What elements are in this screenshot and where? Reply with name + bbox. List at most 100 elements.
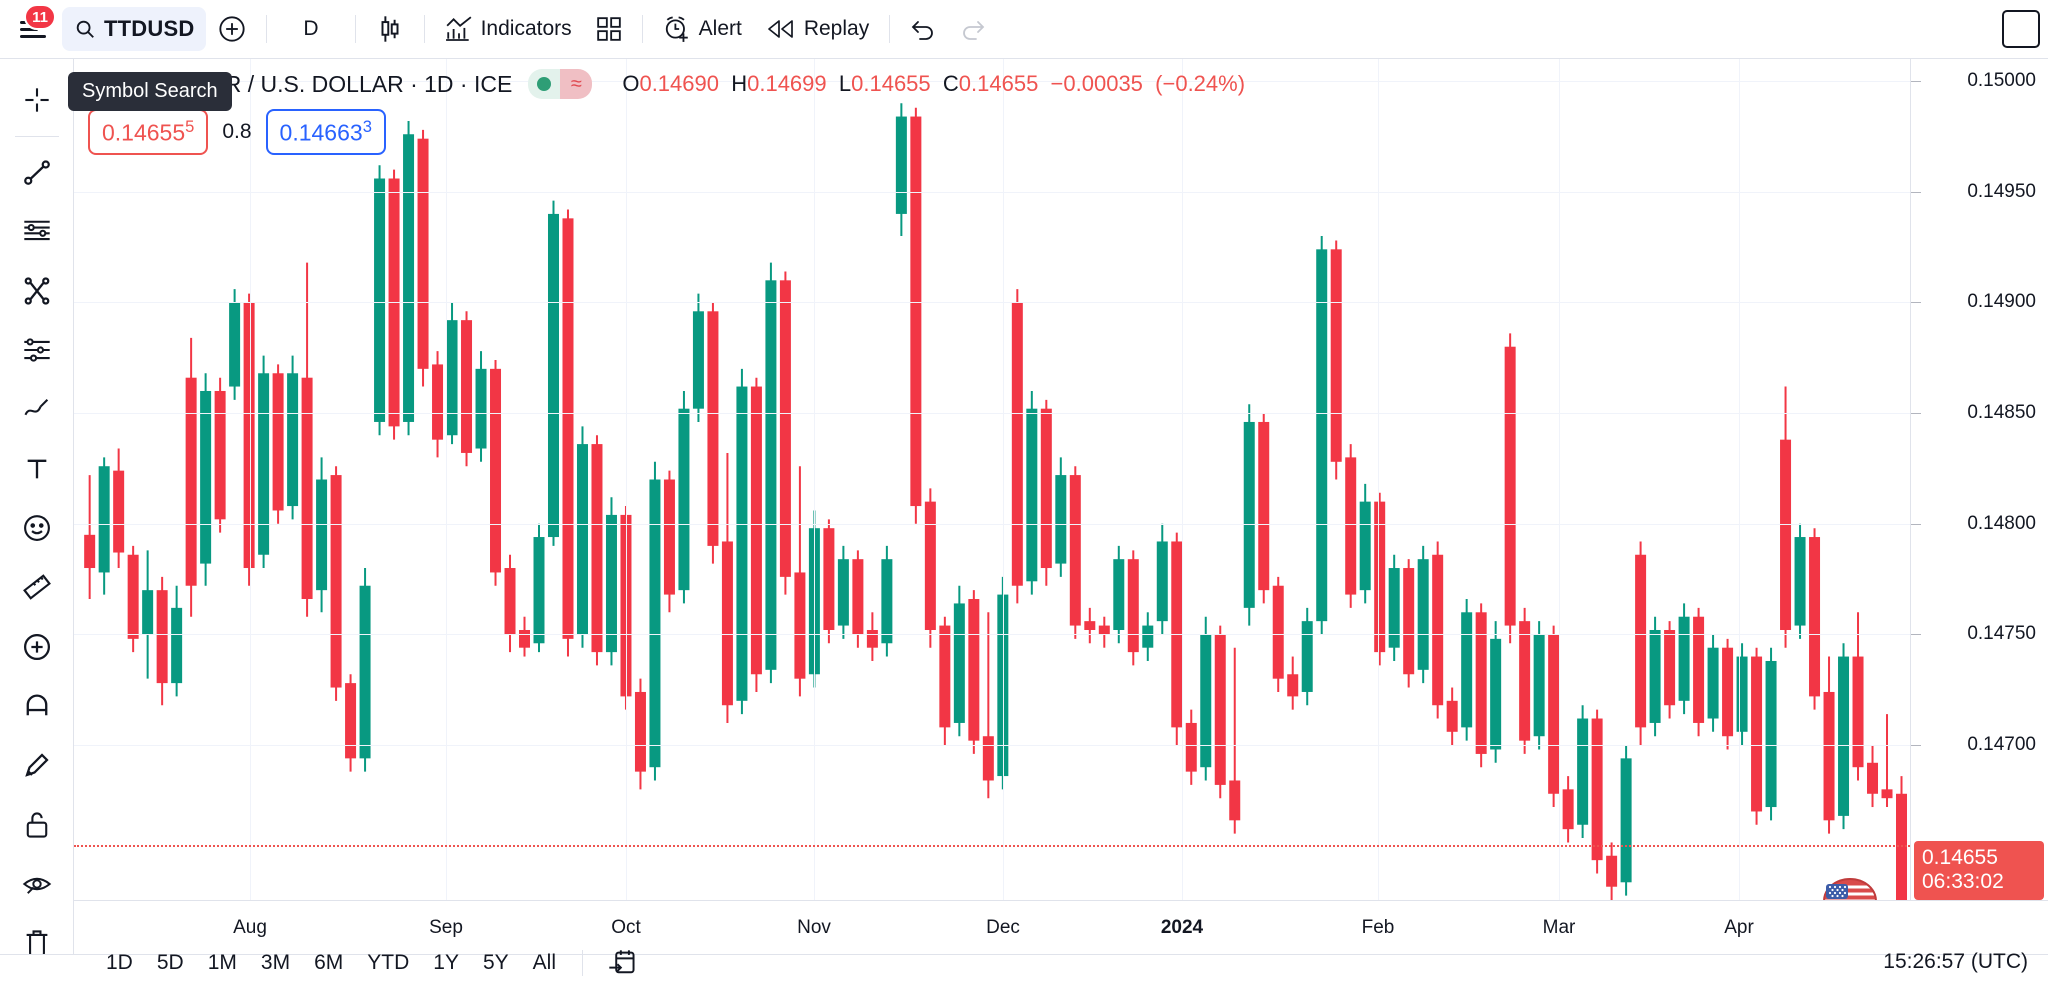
candle	[1490, 621, 1502, 763]
range-button-ytd[interactable]: YTD	[357, 945, 419, 981]
candle	[910, 107, 922, 524]
candle	[359, 568, 371, 772]
candle	[1069, 466, 1081, 639]
replay-button[interactable]: Replay	[754, 7, 881, 51]
trend-line-tool[interactable]	[8, 143, 66, 200]
candle	[1287, 656, 1299, 710]
bid-pill[interactable]: 0.146555	[88, 109, 209, 155]
candle	[1852, 612, 1864, 781]
cross-cursor-tool[interactable]	[8, 71, 66, 128]
indicators-label: Indicators	[480, 17, 572, 40]
candle	[229, 289, 241, 400]
text-tool[interactable]	[8, 440, 66, 497]
undo-button[interactable]	[898, 7, 948, 51]
symbol-search-button[interactable]: TTDUSD	[62, 7, 207, 51]
series-style-badge[interactable]: ≈	[528, 69, 593, 99]
candle	[214, 377, 226, 533]
candle	[968, 590, 980, 754]
price-axis-label: 0.14800	[1967, 512, 2036, 534]
ohlc-values: O0.14690 H0.14699 L0.14655 C0.14655 −0.0…	[622, 71, 1245, 97]
drawing-mode-tool[interactable]	[8, 737, 66, 794]
candle	[562, 209, 574, 657]
candle	[1098, 616, 1110, 648]
time-axis-label: 2024	[1160, 917, 1204, 938]
redo-icon	[960, 18, 986, 40]
price-axis-label: 0.14900	[1967, 291, 2036, 313]
candle	[1374, 492, 1386, 666]
candle	[1635, 541, 1647, 746]
range-button-all[interactable]: All	[523, 945, 566, 981]
wave-icon: ≈	[560, 69, 593, 99]
add-symbol-button[interactable]	[206, 7, 258, 51]
time-axis-label: Sep	[429, 917, 463, 938]
price-tick	[1911, 81, 1921, 83]
candle	[1214, 625, 1226, 799]
candle	[1345, 444, 1357, 608]
emoji-tool[interactable]	[8, 499, 66, 556]
horizontal-gridline	[74, 413, 1910, 415]
candle	[1142, 612, 1154, 661]
fib-retracement-tool[interactable]	[8, 203, 66, 260]
lock-drawings-tool[interactable]	[8, 796, 66, 853]
candle	[1229, 647, 1241, 834]
chart-legend: DIAN DOLLAR / U.S. DOLLAR · 1D · ICE ≈ O…	[88, 69, 1245, 155]
go-to-date-button[interactable]	[599, 944, 645, 982]
candle	[461, 311, 473, 467]
range-button-5d[interactable]: 5D	[147, 945, 194, 981]
ask-pill[interactable]: 0.146633	[265, 109, 386, 155]
measure-tool[interactable]	[8, 559, 66, 616]
hide-drawings-tool[interactable]	[8, 855, 66, 912]
candle	[1620, 745, 1632, 896]
candle	[634, 678, 646, 790]
candle	[1678, 603, 1690, 715]
timeframe-button[interactable]: D	[275, 7, 346, 51]
chart-type-button[interactable]	[364, 7, 416, 51]
pitchfork-tool[interactable]	[8, 262, 66, 319]
candle	[678, 390, 690, 604]
fullscreen-toggle-button[interactable]	[2002, 10, 2040, 48]
search-icon	[74, 18, 96, 40]
toolbar-divider-2	[354, 15, 356, 43]
time-axis-label: Aug	[233, 917, 267, 938]
range-button-1d[interactable]: 1D	[96, 945, 143, 981]
candle	[692, 293, 704, 422]
chart-area: DIAN DOLLAR / U.S. DOLLAR · 1D · ICE ≈ O…	[74, 59, 2048, 986]
range-button-6m[interactable]: 6M	[304, 945, 353, 981]
candle	[258, 355, 270, 569]
candle	[1026, 390, 1038, 595]
chart-pane[interactable]	[74, 59, 1910, 900]
last-price-tag[interactable]: 0.14655 06:33:02	[1914, 840, 2044, 901]
candle	[1780, 386, 1792, 648]
change-percent: (−0.24%)	[1155, 71, 1246, 96]
brush-tool[interactable]	[8, 381, 66, 438]
candle	[345, 674, 357, 772]
indicators-button[interactable]: Indicators	[433, 7, 584, 51]
last-price-value: 0.14655	[1922, 845, 1998, 869]
candle	[939, 616, 951, 746]
layouts-button[interactable]	[584, 7, 634, 51]
range-button-1y[interactable]: 1Y	[423, 945, 469, 981]
price-tick	[1911, 745, 1921, 747]
candle	[1084, 607, 1096, 644]
alert-button[interactable]: Alert	[651, 7, 754, 51]
time-axis-label: Feb	[1361, 917, 1395, 938]
candlestick-icon	[376, 14, 404, 44]
candle	[605, 497, 617, 666]
main-menu-button[interactable]: 11	[14, 4, 56, 48]
magnet-tool[interactable]	[8, 677, 66, 734]
vertical-gridline	[1739, 59, 1740, 900]
price-scale[interactable]: 0.15000 0.14950 0.14900 0.14850 0.14800 0.147…	[1910, 59, 2048, 901]
candle	[1200, 616, 1212, 781]
gann-tool[interactable]	[8, 321, 66, 378]
candle	[1533, 621, 1545, 750]
redo-button[interactable]	[948, 7, 998, 51]
range-button-5y[interactable]: 5Y	[473, 945, 519, 981]
range-button-3m[interactable]: 3M	[251, 945, 300, 981]
zoom-in-tool[interactable]	[8, 618, 66, 675]
candle	[1606, 842, 1618, 900]
candle	[794, 466, 806, 697]
candlestick-series	[84, 103, 1908, 900]
candle	[750, 377, 762, 692]
range-button-1m[interactable]: 1M	[198, 945, 247, 981]
candle	[736, 368, 748, 715]
